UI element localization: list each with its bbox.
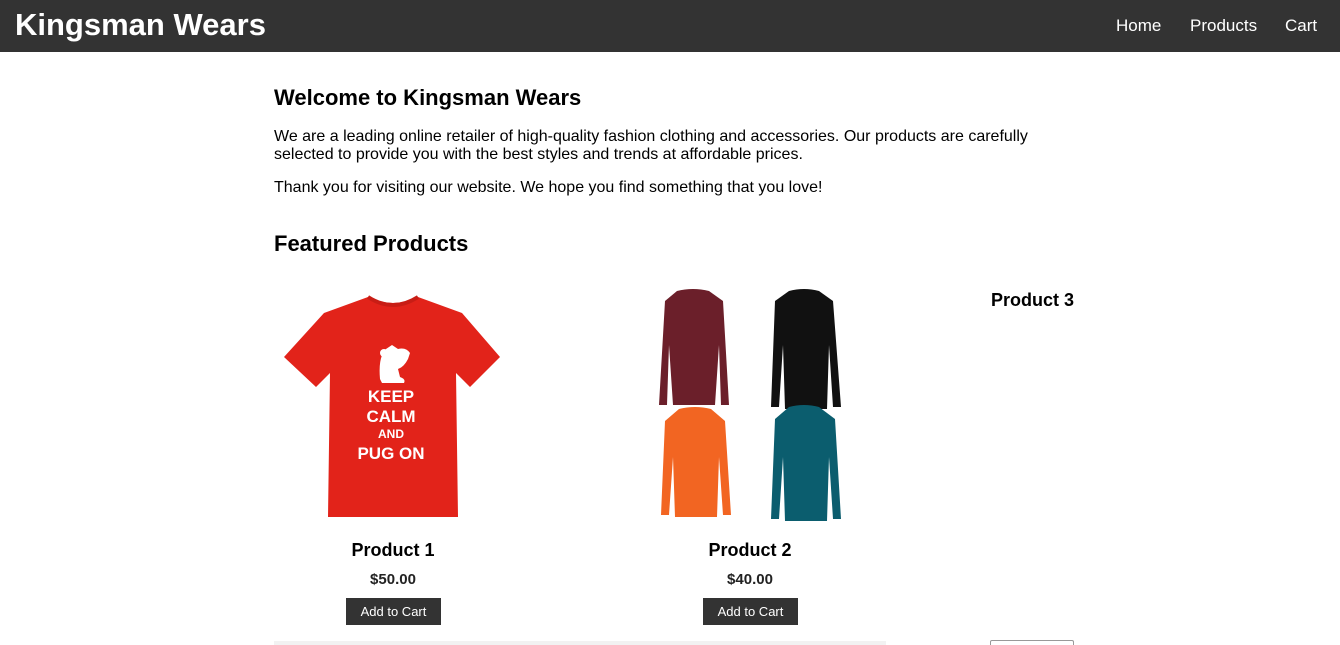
welcome-heading: Welcome to Kingsman Wears	[274, 85, 582, 110]
add-to-cart-button-1[interactable]: Add to Cart	[346, 598, 441, 625]
product-1-price: $50.00	[370, 571, 416, 588]
nav-home-link[interactable]: Home	[1116, 15, 1161, 37]
shirt-print-line-3: AND	[378, 427, 404, 441]
featured-heading: Featured Products	[274, 231, 469, 256]
thanks-paragraph: Thank you for visiting our website. We h…	[274, 179, 823, 196]
add-to-cart-button-2[interactable]: Add to Cart	[703, 598, 798, 625]
partial-button[interactable]	[990, 640, 1074, 645]
product-1-name: Product 1	[351, 540, 435, 560]
product-2-price: $40.00	[727, 571, 773, 588]
shirt-print-line-1: KEEP	[368, 387, 414, 406]
product-1-image[interactable]: KEEP CALM AND PUG ON	[276, 287, 510, 525]
product-2-name: Product 2	[708, 540, 792, 560]
product-2-image[interactable]	[633, 287, 867, 525]
product-3-name: Product 3	[990, 290, 1074, 310]
nav-products-link[interactable]: Products	[1190, 15, 1257, 37]
shirt-print-line-4: PUG ON	[357, 444, 424, 463]
site-header: Kingsman Wears Home Products Cart	[0, 0, 1340, 52]
site-brand[interactable]: Kingsman Wears	[15, 8, 266, 42]
product-row-divider	[274, 641, 886, 645]
shirt-print-line-2: CALM	[366, 407, 415, 426]
nav-cart-link[interactable]: Cart	[1285, 15, 1317, 37]
intro-paragraph: We are a leading online retailer of high…	[274, 128, 1028, 163]
